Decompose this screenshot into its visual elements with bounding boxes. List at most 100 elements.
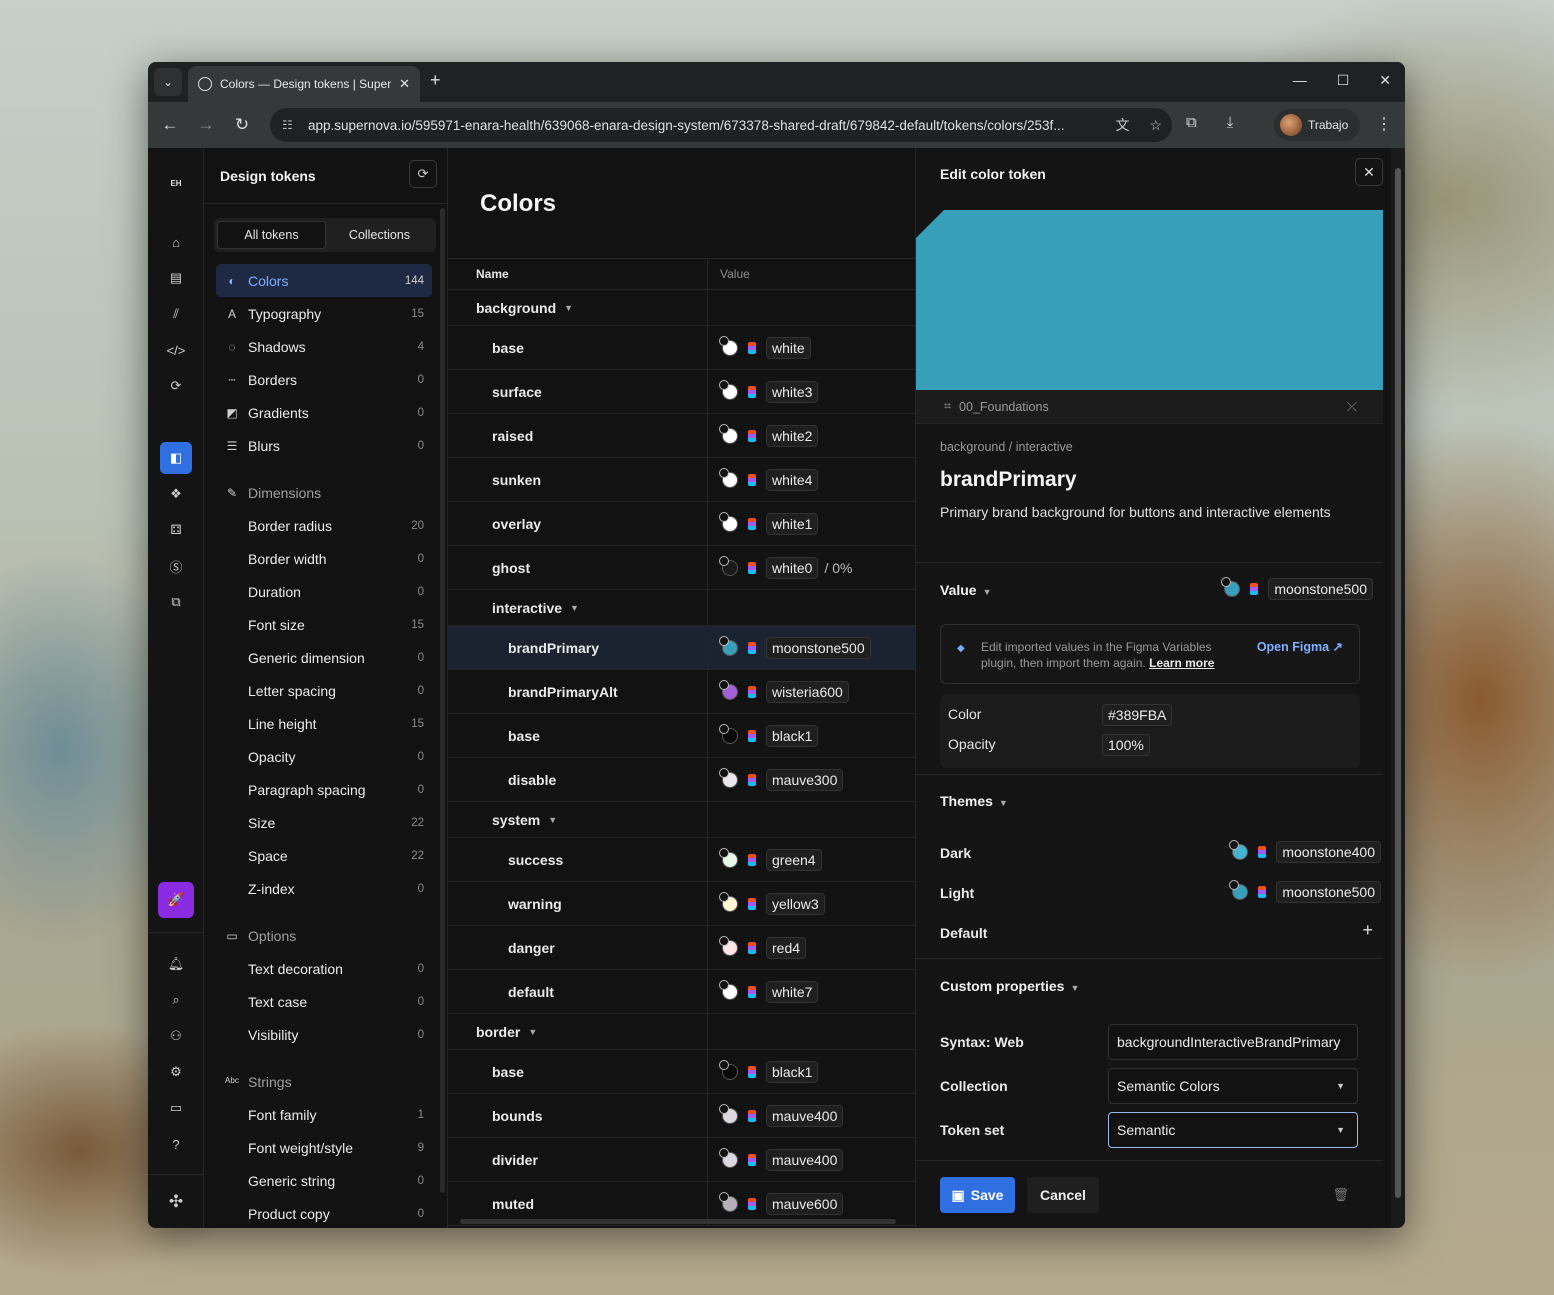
group-row[interactable]: interactive ▼ — [448, 590, 915, 626]
bookmark-star-icon[interactable]: ☆ — [1149, 117, 1162, 134]
analytics-icon[interactable]: ⫽ — [164, 302, 188, 326]
value-section-toggle[interactable]: Value ▼ — [940, 582, 992, 598]
sidebar-item-gradients[interactable]: ◩ Gradients 0 — [216, 396, 432, 429]
copy-icon[interactable]: ⧉ — [164, 590, 188, 614]
panel-scrollbar[interactable] — [1391, 148, 1405, 1228]
table-row[interactable]: brandPrimary moonstone500 — [448, 626, 915, 670]
value-reference[interactable]: moonstone500 — [1221, 577, 1373, 600]
table-row[interactable]: warning yellow3 — [448, 882, 915, 926]
table-row[interactable]: success green4 — [448, 838, 915, 882]
code-icon[interactable]: </> — [164, 338, 188, 362]
sidebar-item-blurs[interactable]: ☰ Blurs 0 — [216, 429, 432, 462]
supernova-logo-icon[interactable]: ✣ — [164, 1190, 188, 1214]
group-row[interactable]: background ▼ — [448, 290, 915, 326]
add-theme-button[interactable]: + — [1362, 920, 1373, 941]
chevron-down-icon[interactable]: ▼ — [548, 815, 557, 825]
extensions-icon[interactable]: ⧉ — [1186, 114, 1197, 131]
search-icon[interactable]: ⌕ — [164, 988, 188, 1012]
table-row[interactable]: danger red4 — [448, 926, 915, 970]
table-row[interactable]: sunken white4 — [448, 458, 915, 502]
tab-collections[interactable]: Collections — [326, 221, 433, 249]
sidebar-item-border-radius[interactable]: Border radius 20 — [216, 509, 432, 542]
sidebar-item-generic-string[interactable]: Generic string 0 — [216, 1164, 432, 1197]
tab-search-button[interactable]: ⌄ — [154, 68, 182, 96]
custom-properties-toggle[interactable]: Custom properties ▼ — [940, 978, 1079, 994]
sidebar-item-letter-spacing[interactable]: Letter spacing 0 — [216, 674, 432, 707]
chevron-down-icon[interactable]: ▼ — [528, 1027, 537, 1037]
sidebar-item-opacity[interactable]: Opacity 0 — [216, 740, 432, 773]
open-figma-link[interactable]: Open Figma ↗ — [1257, 639, 1343, 654]
profile-button[interactable]: Trabajo — [1274, 109, 1360, 141]
refresh-button[interactable]: ⟳ — [409, 160, 437, 188]
table-row[interactable]: base black1 — [448, 714, 915, 758]
chevron-down-icon[interactable]: ▼ — [570, 603, 579, 613]
trash-icon[interactable]: 🗑︎ — [1332, 1187, 1349, 1203]
sidebar-item-space[interactable]: Space 22 — [216, 839, 432, 872]
sidebar-item-text-case[interactable]: Text case 0 — [216, 985, 432, 1018]
sidebar-item-font-size[interactable]: Font size 15 — [216, 608, 432, 641]
sidebar-item-text-decoration[interactable]: Text decoration 0 — [216, 952, 432, 985]
table-row[interactable]: base black1 — [448, 1050, 915, 1094]
sidebar-item-colors[interactable]: ◐ Colors 144 — [216, 264, 432, 297]
table-row[interactable]: default white7 — [448, 970, 915, 1014]
sidebar-item-typography[interactable]: A Typography 15 — [216, 297, 432, 330]
browser-menu-icon[interactable]: ⋮ — [1376, 114, 1392, 134]
chevron-down-icon[interactable]: ▼ — [564, 303, 573, 313]
table-row[interactable]: bounds mauve400 — [448, 1094, 915, 1138]
sidebar-item-strings[interactable]: ᴬᵇᶜ Strings — [216, 1065, 432, 1098]
column-header-value[interactable]: Value — [708, 259, 750, 289]
home-icon[interactable]: ⌂ — [164, 230, 188, 254]
sidebar-item-line-height[interactable]: Line height 15 — [216, 707, 432, 740]
sidebar-item-paragraph-spacing[interactable]: Paragraph spacing 0 — [216, 773, 432, 806]
save-button[interactable]: ▣ Save — [940, 1177, 1015, 1213]
sidebar-item-options[interactable]: ▭ Options — [216, 919, 432, 952]
table-row[interactable]: surface white3 — [448, 370, 915, 414]
table-row[interactable]: ghost white0 / 0% — [448, 546, 915, 590]
sidebar-item-borders[interactable]: ┄ Borders 0 — [216, 363, 432, 396]
table-row[interactable]: disable mauve300 — [448, 758, 915, 802]
sidebar-item-generic-dimension[interactable]: Generic dimension 0 — [216, 641, 432, 674]
sidebar-item-duration[interactable]: Duration 0 — [216, 575, 432, 608]
theme-dark-value[interactable]: moonstone400 — [1229, 840, 1381, 863]
syntax-web-input[interactable]: backgroundInteractiveBrandPrimary — [1108, 1024, 1358, 1060]
themes-section-toggle[interactable]: Themes ▼ — [940, 793, 1008, 809]
browser-tab[interactable]: Colors — Design tokens | Supernova ✕ — [188, 66, 420, 102]
chat-icon[interactable]: ▭ — [164, 1096, 188, 1120]
horizontal-scrollbar[interactable] — [460, 1219, 896, 1224]
window-close-icon[interactable]: ✕ — [1379, 72, 1391, 89]
docs-icon[interactable]: ▤ — [164, 266, 188, 290]
sidebar-item-product-copy[interactable]: Product copy 0 — [216, 1197, 432, 1228]
sync-icon[interactable]: ⟳ — [164, 374, 188, 398]
sidebar-item-z-index[interactable]: Z-index 0 — [216, 872, 432, 905]
panel-close-button[interactable]: ✕ — [1355, 158, 1383, 186]
site-settings-icon[interactable]: ☷ — [282, 118, 298, 132]
token-set-select[interactable]: Semantic ▼ — [1108, 1112, 1358, 1148]
sidebar-item-visibility[interactable]: Visibility 0 — [216, 1018, 432, 1051]
sidebar-item-font-family[interactable]: Font family 1 — [216, 1098, 432, 1131]
download-icon[interactable]: ⤓ — [1227, 114, 1234, 131]
scroll-thumb[interactable] — [1395, 168, 1401, 1198]
table-row[interactable]: overlay white1 — [448, 502, 915, 546]
sidebar-item-border-width[interactable]: Border width 0 — [216, 542, 432, 575]
help-icon[interactable]: ? — [164, 1132, 188, 1156]
unlink-icon[interactable]: ⤫ — [1347, 399, 1357, 415]
learn-more-link[interactable]: Learn more — [1149, 656, 1214, 670]
sidebar-item-size[interactable]: Size 22 — [216, 806, 432, 839]
group-row[interactable]: system ▼ — [448, 802, 915, 838]
forward-arrow-icon[interactable]: → — [188, 115, 224, 135]
new-tab-button[interactable]: + — [430, 70, 441, 91]
org-logo[interactable]: EH — [162, 172, 190, 194]
url-bar[interactable]: ☷ app.supernova.io/595971-enara-health/6… — [270, 108, 1172, 142]
back-arrow-icon[interactable]: ← — [152, 115, 188, 135]
gear-icon[interactable]: ⚙ — [164, 1060, 188, 1084]
table-row[interactable]: base white — [448, 326, 915, 370]
minimize-icon[interactable]: — — [1293, 72, 1307, 89]
storybook-icon[interactable]: Ⓢ — [164, 554, 188, 578]
reload-icon[interactable]: ↻ — [224, 115, 260, 135]
column-header-name[interactable]: Name — [448, 259, 708, 289]
table-row[interactable]: divider mauve400 — [448, 1138, 915, 1182]
rocket-icon[interactable]: 🚀 — [158, 882, 194, 918]
sidebar-item-font-weight-style[interactable]: Font weight/style 9 — [216, 1131, 432, 1164]
tab-all-tokens[interactable]: All tokens — [217, 221, 326, 249]
tokens-icon[interactable]: ◧ — [160, 442, 192, 474]
